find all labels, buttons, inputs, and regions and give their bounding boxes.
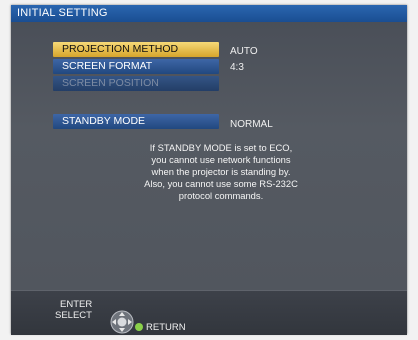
message-line: If STANDBY MODE is set to ECO,: [149, 142, 293, 153]
standby-mode-value: NORMAL: [230, 119, 273, 130]
osd-panel: INITIAL SETTING PROJECTION METHOD AUTO S…: [11, 5, 407, 335]
screen-format-value: 4:3: [230, 62, 244, 73]
standby-warning-message: If STANDBY MODE is set to ECO, you canno…: [121, 142, 321, 202]
select-label: SELECT: [55, 310, 92, 321]
menu-item-screen-format[interactable]: SCREEN FORMAT: [53, 59, 219, 74]
menu-item-label: SCREEN POSITION: [62, 77, 159, 89]
menu-item-label: PROJECTION METHOD: [62, 43, 179, 55]
menu-item-screen-position: SCREEN POSITION: [53, 76, 219, 91]
menu-item-label: STANDBY MODE: [62, 115, 146, 127]
menu-title: INITIAL SETTING: [11, 5, 407, 22]
menu-item-projection-method[interactable]: PROJECTION METHOD: [53, 42, 219, 57]
message-line: when the projector is standing by.: [151, 166, 291, 177]
projection-method-value: AUTO: [230, 46, 258, 57]
menu-item-label: SCREEN FORMAT: [62, 60, 153, 72]
message-line: you cannot use network functions: [151, 154, 291, 165]
menu-item-standby-mode[interactable]: STANDBY MODE: [53, 114, 219, 129]
return-icon: [135, 323, 143, 331]
message-line: protocol commands.: [178, 190, 264, 201]
navigation-pad-icon: [107, 309, 137, 340]
return-label: RETURN: [146, 322, 186, 333]
enter-label: ENTER: [60, 299, 93, 310]
message-line: Also, you cannot use some RS-232C: [144, 178, 298, 189]
operation-guide: ENTER SELECT RETURN: [11, 290, 407, 335]
